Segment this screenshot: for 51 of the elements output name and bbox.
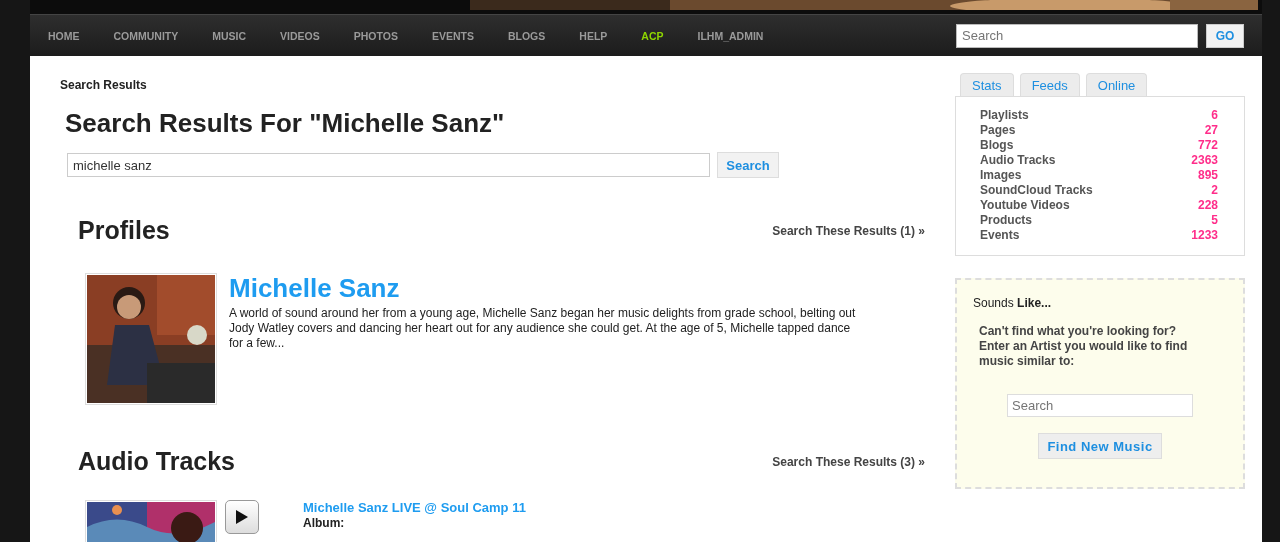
stat-count: 772	[1197, 138, 1218, 153]
play-button[interactable]	[225, 500, 259, 534]
artist-search-field[interactable]: Search	[1007, 394, 1193, 417]
stat-count: 6	[1211, 108, 1218, 123]
nav-link[interactable]: EVENTS	[431, 29, 474, 42]
panel-title: Sounds Like...	[973, 296, 1053, 310]
stat-label: Products	[980, 213, 1032, 228]
stat-count: 2	[1211, 183, 1218, 198]
nav-link[interactable]: HELP	[579, 29, 608, 42]
panel-prompt: Can't find what you're looking for? Enter an Artist you would like to find music similar to:	[979, 324, 1189, 369]
sidebar-tab[interactable]: Feeds	[1019, 73, 1080, 96]
page-heading: Search Results For "Michelle Sanz"	[65, 108, 506, 139]
stat-count: 2363	[1191, 153, 1218, 168]
breadcrumb: Search Results	[60, 78, 148, 92]
search-field[interactable]: Search	[956, 23, 1198, 48]
nav-link[interactable]: COMMUNITY	[113, 29, 179, 42]
stat-label: Audio Tracks	[980, 153, 1056, 168]
section-heading: Audio Tracks	[78, 447, 235, 476]
nav-link[interactable]: ACP	[641, 29, 664, 42]
stat-count: 5	[1211, 213, 1218, 228]
play-icon	[236, 510, 248, 524]
stat-label: SoundCloud Tracks	[980, 183, 1093, 198]
stat-count: 1233	[1191, 228, 1218, 243]
stat-count: 27	[1204, 123, 1218, 138]
stat-label: Events	[980, 228, 1020, 243]
stat-count: 895	[1197, 168, 1218, 183]
stat-label: Youtube Videos	[980, 198, 1070, 213]
sidebar-tab[interactable]: Stats	[960, 73, 1014, 96]
find-new-music-button[interactable]: Find New Music	[1038, 433, 1162, 459]
nav-link[interactable]: HOME	[48, 29, 80, 42]
stat-count: 228	[1197, 198, 1218, 213]
track-title-link[interactable]: Michelle Sanz LIVE @ Soul Camp 11	[303, 500, 526, 515]
album-label: Album:	[303, 516, 346, 530]
nav-link[interactable]: VIDEOS	[280, 29, 320, 42]
nav-link[interactable]: ILHM_ADMIN	[697, 29, 764, 42]
search-these-results-link[interactable]: Search These Results (1) »	[772, 223, 925, 238]
nav-link[interactable]: MUSIC	[212, 29, 247, 42]
profile-name-link[interactable]: Michelle Sanz	[229, 273, 857, 304]
search-button[interactable]: Search	[717, 152, 779, 178]
sidebar-tab[interactable]: Online	[1085, 73, 1148, 96]
stat-label: Images	[980, 168, 1022, 183]
stat-label: Pages	[980, 123, 1016, 138]
query-field[interactable]: michelle sanz	[67, 153, 710, 177]
nav-link[interactable]: PHOTOS	[353, 29, 398, 42]
stat-label: Playlists	[980, 108, 1029, 123]
go-button[interactable]: GO	[1206, 23, 1244, 48]
section-heading: Profiles	[78, 216, 170, 245]
nav-link[interactable]: BLOGS	[507, 29, 546, 42]
profile-description: A world of sound around her from a young age, Michelle Sanz began her music delights from grade school, belting out Jody Watley covers and dancing her heart out for any audience she could get. At the age of 5, Michelle tapped dance for a few...	[229, 306, 857, 351]
search-these-results-link[interactable]: Search These Results (3) »	[772, 454, 925, 469]
stat-label: Blogs	[980, 138, 1014, 153]
